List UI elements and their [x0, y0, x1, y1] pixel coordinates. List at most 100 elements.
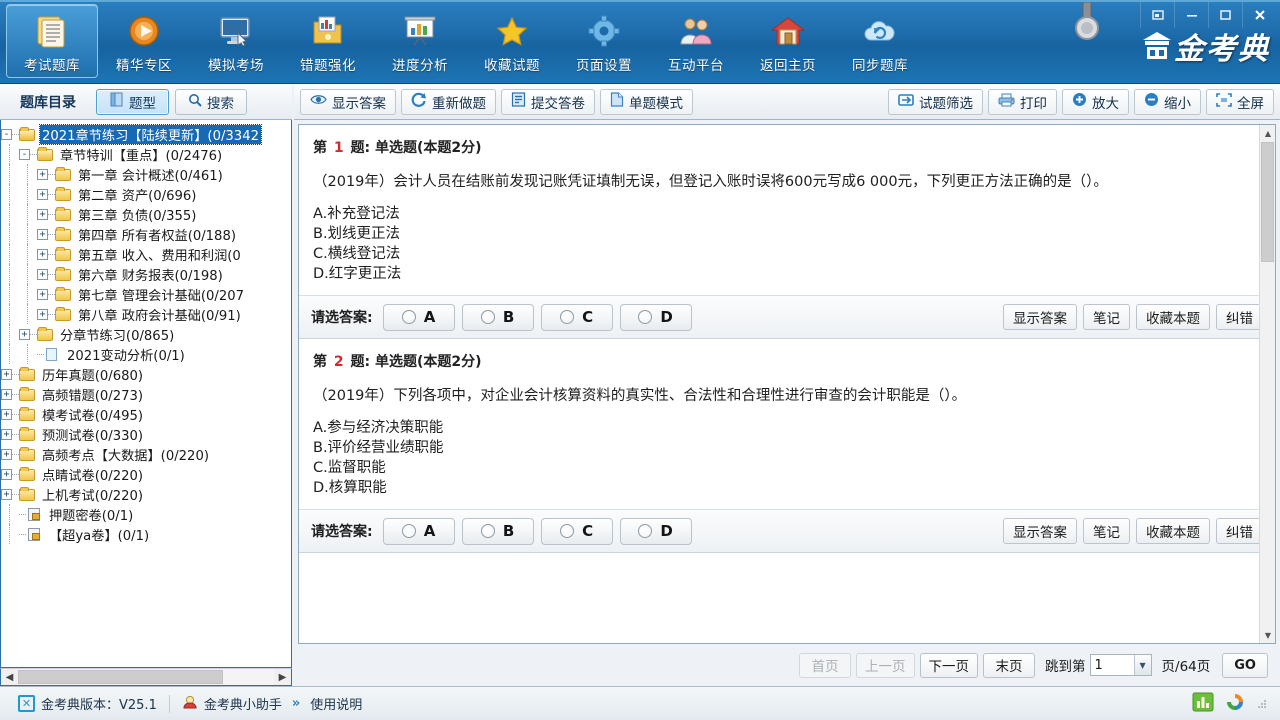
show-answer-button[interactable]: 显示答案: [1003, 304, 1077, 330]
tree-node[interactable]: +历年真题(0/680): [1, 364, 291, 384]
ribbon-item-page-settings[interactable]: 页面设置: [558, 4, 650, 78]
last-page-button[interactable]: 末页: [983, 653, 1035, 678]
show-answer-button[interactable]: 显示答案: [300, 89, 396, 115]
answer-choice-a[interactable]: A: [383, 518, 455, 545]
tree-node[interactable]: +第七章 管理会计基础(0/207: [1, 284, 291, 304]
ribbon-item-wrong-question[interactable]: 错题强化: [282, 4, 374, 78]
report-error-button[interactable]: 纠错: [1216, 304, 1263, 330]
maximize-button[interactable]: [1208, 2, 1242, 28]
assistant-link[interactable]: 金考典小助手: [172, 693, 292, 715]
single-question-mode-button[interactable]: 单题模式: [600, 89, 693, 115]
ribbon-item-favorite[interactable]: 收藏试题: [466, 4, 558, 78]
tree-node[interactable]: +第八章 政府会计基础(0/91): [1, 304, 291, 324]
radio-icon[interactable]: [481, 310, 495, 324]
scroll-right-arrow-icon[interactable]: ▶: [274, 669, 291, 685]
tree-node[interactable]: +点睛试卷(0/220): [1, 464, 291, 484]
radio-icon[interactable]: [560, 524, 574, 538]
fullscreen-button[interactable]: 全屏: [1206, 89, 1274, 115]
collapse-toggle-icon[interactable]: -: [1, 129, 12, 140]
expand-toggle-icon[interactable]: +: [1, 449, 12, 460]
answer-choice-c[interactable]: C: [541, 518, 613, 545]
first-page-button[interactable]: 首页: [799, 653, 851, 678]
notes-button[interactable]: 笔记: [1083, 518, 1130, 544]
help-link[interactable]: 使用说明: [300, 693, 372, 715]
minimize-button[interactable]: [1174, 2, 1208, 28]
expand-toggle-icon[interactable]: +: [19, 329, 30, 340]
ribbon-item-interactive-platform[interactable]: 互动平台: [650, 4, 742, 78]
scroll-left-arrow-icon[interactable]: ◀: [1, 669, 18, 685]
page-number-select[interactable]: 1 ▼: [1090, 654, 1152, 676]
scroll-up-arrow-icon[interactable]: ▲: [1260, 125, 1276, 141]
tree-node[interactable]: +上机考试(0/220): [1, 484, 291, 504]
ribbon-item-sync-bank[interactable]: 同步题库: [834, 4, 926, 78]
tree-node[interactable]: +第五章 收入、费用和利润(0: [1, 244, 291, 264]
sidebar-tab-question-type[interactable]: 题型: [96, 89, 169, 115]
filter-questions-button[interactable]: 试题筛选: [888, 89, 983, 115]
tree-node[interactable]: +第二章 资产(0/696): [1, 184, 291, 204]
print-button[interactable]: 打印: [988, 89, 1057, 115]
tree-node[interactable]: +分章节练习(0/865): [1, 324, 291, 344]
answer-choice-c[interactable]: C: [541, 304, 613, 331]
answer-choice-b[interactable]: B: [462, 304, 534, 331]
scroll-down-arrow-icon[interactable]: ▼: [1260, 627, 1276, 643]
ribbon-item-home[interactable]: 返回主页: [742, 4, 834, 78]
sidebar-tab-search[interactable]: 搜索: [175, 89, 247, 115]
expand-toggle-icon[interactable]: +: [37, 309, 48, 320]
show-answer-button[interactable]: 显示答案: [1003, 518, 1077, 544]
expand-toggle-icon[interactable]: +: [1, 429, 12, 440]
answer-choice-b[interactable]: B: [462, 518, 534, 545]
radio-icon[interactable]: [481, 524, 495, 538]
scroll-thumb[interactable]: [18, 670, 223, 684]
favorite-question-button[interactable]: 收藏本题: [1136, 304, 1210, 330]
directory-tree[interactable]: -2021章节练习【陆续更新】(0/3342-章节特训【重点】(0/2476)+…: [0, 120, 292, 668]
expand-toggle-icon[interactable]: +: [37, 229, 48, 240]
tree-node[interactable]: 2021变动分析(0/1): [1, 344, 291, 364]
expand-toggle-icon[interactable]: +: [37, 209, 48, 220]
radio-icon[interactable]: [638, 524, 652, 538]
sidebar-horizontal-scrollbar[interactable]: ◀ ▶: [0, 668, 292, 686]
expand-toggle-icon[interactable]: +: [1, 489, 12, 500]
expand-toggle-icon[interactable]: +: [37, 269, 48, 280]
submit-answers-button[interactable]: 提交答卷: [501, 89, 595, 115]
ribbon-item-mock-exam[interactable]: 模拟考场: [190, 4, 282, 78]
restore-down-button[interactable]: [1140, 2, 1174, 28]
ribbon-item-exam-bank[interactable]: 考试题库: [6, 4, 98, 78]
question-vertical-scrollbar[interactable]: ▲ ▼: [1259, 125, 1275, 643]
tree-node[interactable]: -2021章节练习【陆续更新】(0/3342: [1, 124, 291, 144]
scroll-track[interactable]: [18, 669, 274, 685]
tree-node[interactable]: +高频错题(0/273): [1, 384, 291, 404]
sync-status-icon[interactable]: [1224, 692, 1246, 716]
redo-questions-button[interactable]: 重新做题: [401, 89, 496, 115]
answer-choice-d[interactable]: D: [620, 518, 692, 545]
expand-toggle-icon[interactable]: +: [37, 189, 48, 200]
answer-choice-d[interactable]: D: [620, 304, 692, 331]
tree-node[interactable]: +预测试卷(0/330): [1, 424, 291, 444]
tree-node[interactable]: +第三章 负债(0/355): [1, 204, 291, 224]
tree-node[interactable]: +第四章 所有者权益(0/188): [1, 224, 291, 244]
statistics-icon[interactable]: [1192, 692, 1214, 716]
resize-grip-icon[interactable]: [1256, 698, 1268, 710]
expand-toggle-icon[interactable]: +: [37, 249, 48, 260]
chevron-down-icon[interactable]: ▼: [1134, 655, 1151, 675]
ribbon-item-essence-zone[interactable]: 精华专区: [98, 4, 190, 78]
scroll-thumb[interactable]: [1261, 142, 1274, 262]
report-error-button[interactable]: 纠错: [1216, 518, 1263, 544]
tree-node[interactable]: 【超ya卷】(0/1): [1, 524, 291, 544]
expand-toggle-icon[interactable]: +: [37, 289, 48, 300]
tree-node[interactable]: -章节特训【重点】(0/2476): [1, 144, 291, 164]
tree-node[interactable]: +高频考点【大数据】(0/220): [1, 444, 291, 464]
radio-icon[interactable]: [560, 310, 574, 324]
zoom-out-button[interactable]: 缩小: [1134, 89, 1201, 115]
answer-choice-a[interactable]: A: [383, 304, 455, 331]
next-page-button[interactable]: 下一页: [920, 653, 979, 678]
expand-toggle-icon[interactable]: +: [1, 409, 12, 420]
radio-icon[interactable]: [638, 310, 652, 324]
tree-node[interactable]: +第一章 会计概述(0/461): [1, 164, 291, 184]
favorite-question-button[interactable]: 收藏本题: [1136, 518, 1210, 544]
close-button[interactable]: [1242, 2, 1276, 28]
expand-toggle-icon[interactable]: +: [37, 169, 48, 180]
expand-toggle-icon[interactable]: +: [1, 469, 12, 480]
zoom-in-button[interactable]: 放大: [1062, 89, 1129, 115]
expand-toggle-icon[interactable]: +: [1, 389, 12, 400]
collapse-toggle-icon[interactable]: -: [19, 149, 30, 160]
